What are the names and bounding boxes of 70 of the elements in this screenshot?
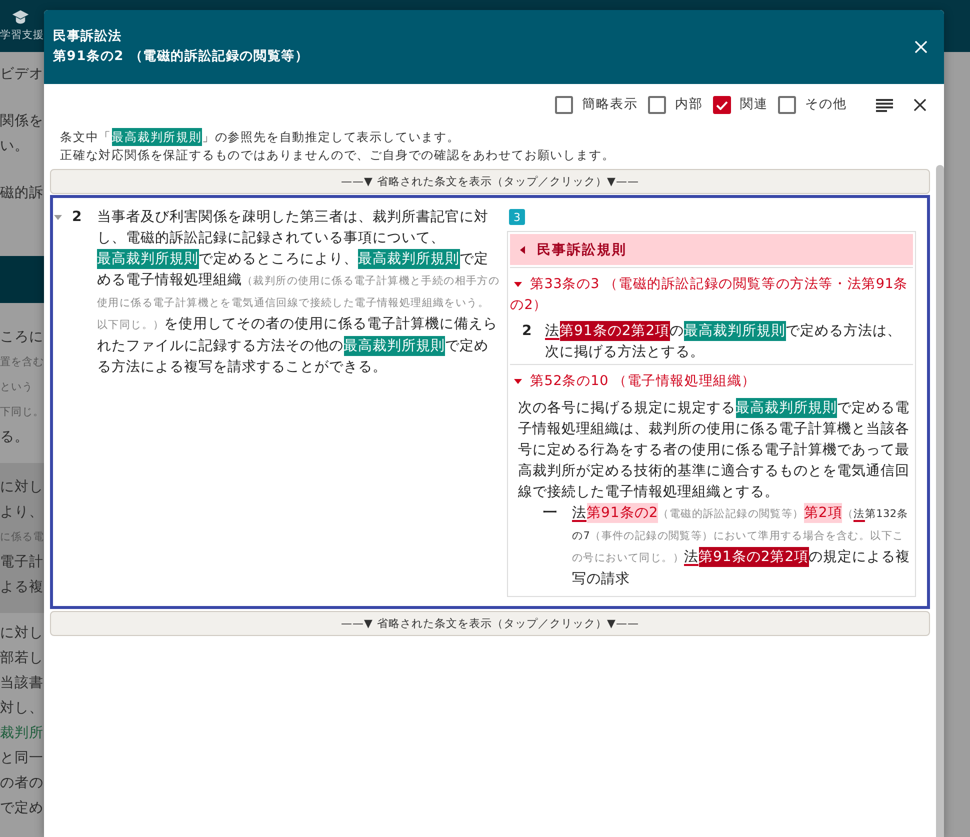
background-text: 下同じ。 [0, 405, 44, 420]
background-text: い。 [0, 137, 29, 156]
background-text: と同一 [0, 749, 44, 768]
law-link[interactable]: 法 [545, 323, 560, 339]
caret-left-icon [520, 246, 525, 254]
background-text: という [0, 380, 33, 395]
term-link[interactable]: 最高裁判所規則 [97, 249, 198, 269]
paragraph-number: 2 [72, 208, 83, 227]
background-text: ころに [0, 328, 44, 347]
background-text: 置を含む [0, 355, 44, 370]
dialog-subtitle: 第91条の2 （電磁的訴訟記録の閲覧等） [53, 48, 309, 66]
article-link[interactable]: 第2項 [804, 503, 842, 523]
expand-bar[interactable]: ——▼ 省略された条文を表示（タップ／クリック）▼—— [50, 611, 930, 636]
check-icon [716, 100, 728, 110]
paragraph-number: 2 [522, 322, 533, 341]
background-text: 部若し [0, 649, 44, 668]
background-text: 磁的訴 [0, 184, 44, 203]
checkbox-label[interactable]: 簡略表示 [582, 96, 638, 114]
background-text: の者の [0, 774, 44, 793]
group-header[interactable]: 民事訴訟規則 [510, 234, 913, 265]
caret-down-icon[interactable] [54, 215, 62, 220]
background-text: より、 [0, 503, 44, 522]
background-text: で定め [0, 799, 44, 818]
item-number: 一 [543, 504, 558, 523]
background-text: 関係を [0, 112, 44, 131]
term-link[interactable]: 最高裁判所規則 [344, 336, 445, 356]
law-link[interactable]: 法 [572, 505, 586, 521]
background-text: に対し [0, 478, 44, 497]
law-link[interactable]: 法 [684, 549, 698, 565]
checkbox[interactable] [778, 96, 796, 114]
background-text: 対し、 [0, 699, 44, 718]
background-text: に係る電 [0, 530, 44, 545]
term-link[interactable]: 最高裁判所規則 [736, 398, 837, 418]
paragraph-text: 法第91条の2第2項の最高裁判所規則で定める方法は、次に掲げる方法とする。 [545, 321, 903, 362]
checkbox-label[interactable]: その他 [805, 96, 847, 114]
section-heading[interactable]: 第33条の3 （電磁的訴訟記録の閲覧等の方法等・法第91条の2） [510, 268, 913, 316]
article-link[interactable]: 第91条の2 [586, 503, 658, 523]
background-text: に対し [0, 624, 44, 643]
paragraph-text: 次の各号に掲げる規定に規定する最高裁判所規則で定める電子情報処理組織は、裁判所の使用に係る電子計算機と当該各号に定める行為をする者の使用に係る電子計算機であって最高裁判所が定める技術的基準に適合するものとを電気通信回線で接続した電子情報処理組織とする。 [518, 398, 910, 502]
term-link[interactable]: 最高裁判所規則 [684, 321, 786, 341]
checkbox[interactable] [713, 96, 731, 114]
checkbox-label[interactable]: 関連 [740, 96, 768, 114]
checkbox[interactable] [648, 96, 666, 114]
scrollbar-thumb[interactable] [936, 165, 944, 837]
menu-icon[interactable] [876, 98, 893, 112]
background-banner [0, 256, 44, 303]
background-text: よる複 [0, 578, 44, 597]
dialog-title: 民事訴訟法 [53, 28, 122, 46]
article-link[interactable]: 第91条の2第2項 [698, 547, 809, 567]
notice-text: 正確な対応関係を保証するものではありませんので、ご自身での確認をあわせてお願いします。 [60, 147, 615, 164]
close-icon[interactable] [914, 99, 926, 111]
item-text: 法第91条の2（電磁的訴訟記録の閲覧等）第2項（法第132条の7（事件の記録の閲覧等）において準用する場合を含む。以下この号において同じ。）法第91条の2第2項の規定による複写の請求 [572, 503, 911, 589]
background-text: 電子計 [0, 553, 44, 572]
count-badge: 3 [509, 209, 525, 225]
expand-bar[interactable]: ——▼ 省略された条文を表示（タップ／クリック）▼—— [50, 169, 930, 194]
graduation-cap-icon [12, 10, 29, 25]
checkbox[interactable] [555, 96, 573, 114]
highlighted-term: 最高裁判所規則 [112, 128, 202, 146]
notice-text: 条文中「最高裁判所規則」の参照先を自動推定して表示しています。 [60, 128, 460, 146]
background-text: 当該書 [0, 674, 44, 693]
law-link[interactable]: 法 [853, 508, 865, 520]
background-text: ビデオ [0, 65, 44, 84]
background-text: 裁判所 [0, 724, 44, 743]
checkbox-label[interactable]: 内部 [675, 96, 703, 114]
article-link[interactable]: 第91条の2第2項 [560, 321, 670, 341]
app-label: 学習支援 [0, 29, 44, 42]
paragraph-text: 当事者及び利害関係を疎明した第三者は、裁判所書記官に対し、電磁的訴訟記録に記録されている事項について、 最高裁判所規則で定めるところにより、最高裁判所規則で定める電子情報処理組織（裁判所の使用に係る電子計算機と手続の相手方の使用に係る電子計算機とを電気通信回線で接続した電子情報処理組織をいう。以下同じ。）を使用してその者の使用に係る電子計算機に備えられたファイルに記録する方法その他の最高裁判所規則で定める方法による複写を請求することができる。 [97, 208, 500, 377]
section-heading[interactable]: 第52条の10 （電子情報処理組織） [510, 365, 913, 392]
background-text: る。 [0, 428, 29, 447]
term-link[interactable]: 最高裁判所規則 [358, 249, 460, 269]
